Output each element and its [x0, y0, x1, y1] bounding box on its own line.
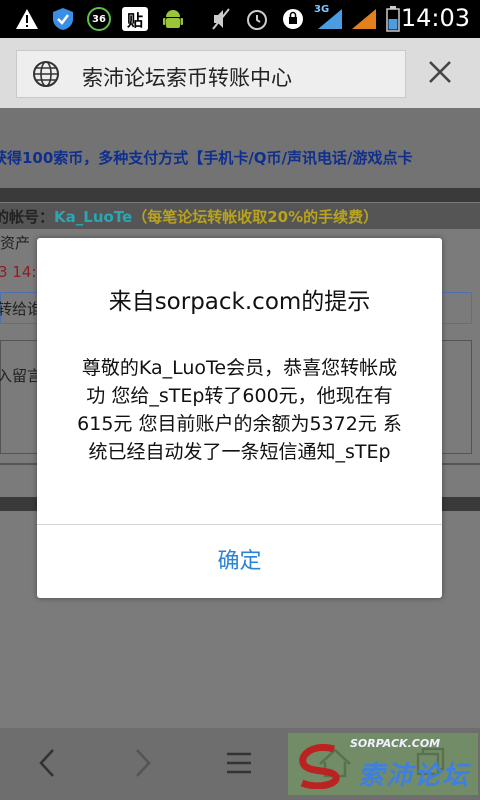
alarm-icon [244, 7, 270, 31]
time-fragment: 3 14: [0, 263, 37, 281]
android-icon [160, 7, 186, 31]
clock: 14:03 [400, 4, 470, 32]
promo-marquee[interactable]: 获得100索币，多种支付方式【手机卡/Q币/声讯电话/游戏点卡 [0, 147, 413, 168]
divider [0, 188, 480, 202]
dialog-title: 来自sorpack.com的提示 [108, 289, 371, 315]
shield-icon [50, 7, 76, 31]
message-label: 入留言 [0, 367, 43, 385]
warning-icon [14, 7, 40, 31]
ok-button[interactable]: 确定 [37, 525, 442, 598]
status-bar: 36 贴 3G 14:03 [0, 0, 480, 38]
asset-label: 资产 [0, 234, 31, 252]
watermark-site: SORPACK.COM [350, 737, 441, 750]
forward-icon[interactable] [118, 738, 168, 788]
signal-3g-icon [316, 7, 344, 31]
watermark-name: 索沛论坛 [358, 761, 471, 791]
recipient-label: 转给谁 [0, 300, 43, 318]
signal-icon [350, 7, 378, 31]
globe-icon [32, 60, 60, 92]
site-watermark: SORPACK.COM 索沛论坛 [288, 733, 478, 795]
logo-icon [299, 744, 340, 789]
account-name: Ka_LuoTe [54, 208, 133, 226]
fee-note: （每笔论坛转帐收取20%的手续费） [132, 208, 379, 226]
dialog-message: 尊敬的Ka_LuoTe会员，恭喜您转帐成功 您给_sTEp转了600元，他现在有… [77, 357, 402, 463]
mute-icon [208, 7, 234, 31]
badge-360-icon: 36 [86, 7, 112, 31]
alert-dialog: 来自sorpack.com的提示 尊敬的Ka_LuoTe会员，恭喜您转帐成功 您… [37, 238, 442, 598]
account-info: 的帐号：Ka_LuoTe（每笔论坛转帐收取20%的手续费） [0, 206, 378, 227]
account-label: 的帐号： [0, 208, 55, 226]
rotation-lock-icon [280, 7, 306, 31]
close-icon[interactable] [424, 56, 456, 88]
back-icon[interactable] [22, 738, 72, 788]
battery-icon [384, 6, 402, 32]
page-title: 索沛论坛索币转账中心 [82, 66, 292, 90]
browser-title-bar: 索沛论坛索币转账中心 [0, 38, 480, 108]
menu-icon[interactable] [214, 738, 264, 788]
tieba-icon: 贴 [122, 7, 148, 31]
